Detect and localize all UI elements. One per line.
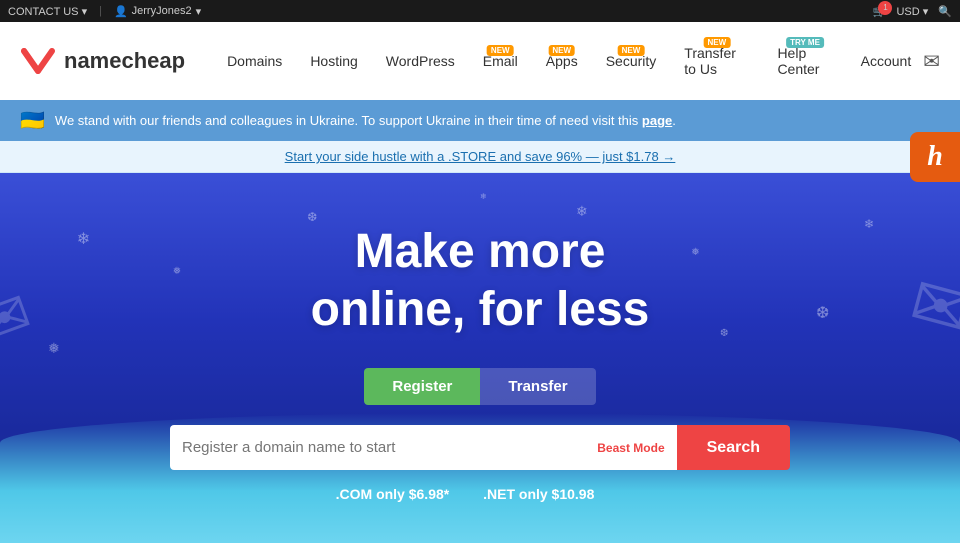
nav-item-wordpress[interactable]: WordPress [374, 47, 467, 75]
nav-label-hosting: Hosting [310, 53, 357, 69]
snowflake-6: ❆ [816, 303, 829, 323]
logo-icon [20, 43, 56, 79]
nav-item-email[interactable]: NEW Email [471, 47, 530, 75]
snowflake-5: ❅ [691, 247, 699, 258]
domain-tabs: Register Transfer [364, 368, 595, 405]
nav-label-help: Help Center [777, 45, 832, 77]
promo-link[interactable]: Start your side hustle with a .STORE and… [285, 149, 676, 164]
ukraine-flag-icon: 🇺🇦 [20, 108, 45, 133]
ukraine-banner: 🇺🇦 We stand with our friends and colleag… [0, 100, 960, 141]
nav-item-apps[interactable]: NEW Apps [534, 47, 590, 75]
hackers-logo[interactable]: h [910, 132, 960, 182]
nav-item-account[interactable]: Account [849, 47, 924, 75]
net-pricing-link[interactable]: .NET only $10.98 [483, 486, 594, 502]
hero-section: ❄ ❅ ❆ ❄ ❅ ❆ ❄ ❅ ❆ ❄ ✉ ✉ Make more online… [0, 173, 960, 543]
snowflake-10: ❄ [480, 192, 487, 201]
top-bar-divider: | [99, 5, 102, 17]
currency-selector[interactable]: USD ▾ [896, 5, 928, 18]
snowflake-7: ❄ [864, 217, 874, 231]
ukraine-page-link[interactable]: page [642, 113, 672, 128]
search-button[interactable]: Search [677, 425, 790, 470]
nav-badge-apps: NEW [548, 45, 575, 56]
domain-search-bar: Beast Mode Search [170, 425, 790, 470]
snowflake-9: ❆ [720, 328, 728, 339]
snowflake-2: ❅ [173, 266, 181, 277]
nav-label-wordpress: WordPress [386, 53, 455, 69]
top-bar-right: 🛒 1 USD ▾ 🔍 [873, 5, 952, 18]
beast-mode-toggle[interactable]: Beast Mode [597, 441, 664, 455]
nav-label-account: Account [861, 53, 912, 69]
top-search-icon[interactable]: 🔍 [938, 5, 952, 18]
snowflake-4: ❄ [576, 203, 588, 220]
nav-label-transfer: Transfer to Us [684, 45, 749, 77]
nav-badge-transfer: NEW [704, 37, 731, 48]
nav-badge-email: NEW [487, 45, 514, 56]
hero-title: Make more online, for less [311, 223, 650, 338]
logo-link[interactable]: namecheap [20, 43, 185, 79]
com-price: only $6.98* [376, 486, 449, 502]
top-bar: CONTACT US ▾ | 👤 JerryJones2 ▾ 🛒 1 USD ▾… [0, 0, 960, 22]
cart-notification-badge: 1 [878, 1, 892, 15]
snowflake-8: ❅ [48, 340, 60, 357]
com-tld: .COM [336, 486, 373, 502]
user-avatar-icon: 👤 [114, 5, 128, 18]
net-tld: .NET [483, 486, 515, 502]
nav-item-security[interactable]: NEW Security [594, 47, 669, 75]
promo-banner: Start your side hustle with a .STORE and… [0, 141, 960, 173]
header: namecheap Domains Hosting WordPress NEW … [0, 22, 960, 100]
envelope-left: ✉ [0, 278, 41, 361]
ukraine-banner-text: We stand with our friends and colleagues… [55, 113, 676, 128]
snowflake-3: ❆ [307, 210, 317, 224]
snowflake-1: ❄ [77, 229, 90, 249]
search-input-wrapper: Beast Mode [170, 425, 677, 470]
nav-item-help[interactable]: TRY ME Help Center [765, 39, 844, 83]
domain-pricing: .COM only $6.98* .NET only $10.98 [336, 486, 625, 502]
main-nav: Domains Hosting WordPress NEW Email NEW … [215, 39, 923, 83]
net-price: only $10.98 [519, 486, 595, 502]
domain-search-input[interactable] [182, 425, 589, 470]
nav-item-hosting[interactable]: Hosting [298, 47, 369, 75]
nav-badge-security: NEW [618, 45, 645, 56]
com-pricing-link[interactable]: .COM only $6.98* [336, 486, 454, 502]
nav-item-domains[interactable]: Domains [215, 47, 294, 75]
top-bar-left: CONTACT US ▾ | 👤 JerryJones2 ▾ [8, 5, 201, 18]
logo-text: namecheap [64, 48, 185, 74]
cart-button[interactable]: 🛒 1 [873, 5, 887, 18]
contact-us-link[interactable]: CONTACT US ▾ [8, 5, 87, 18]
nav-item-transfer[interactable]: NEW Transfer to Us [672, 39, 761, 83]
nav-badge-help: TRY ME [786, 37, 824, 48]
register-tab[interactable]: Register [364, 368, 480, 405]
transfer-tab[interactable]: Transfer [480, 368, 595, 405]
envelope-right: ✉ [902, 259, 960, 353]
header-mail-icon[interactable]: ✉ [923, 49, 940, 74]
user-menu[interactable]: 👤 JerryJones2 ▾ [114, 5, 201, 18]
nav-label-domains: Domains [227, 53, 282, 69]
